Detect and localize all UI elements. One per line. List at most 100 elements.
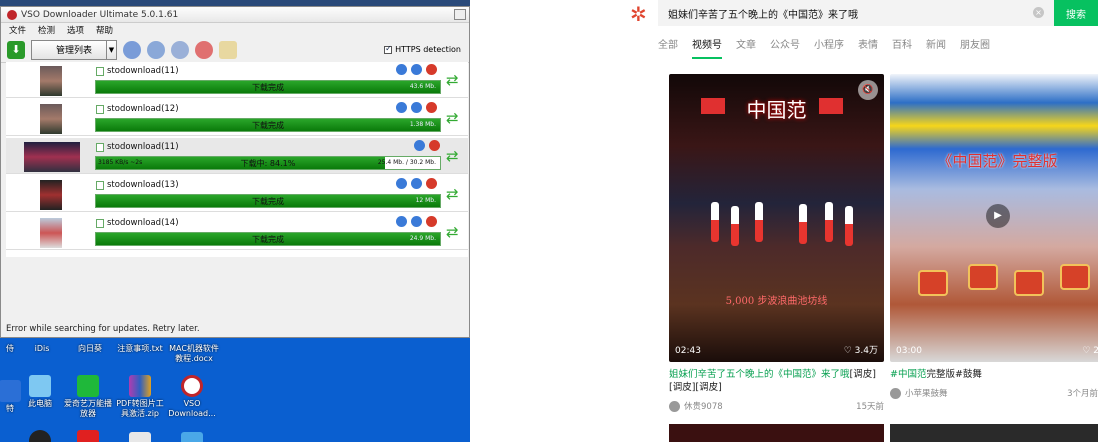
author-name[interactable]: 小苹果鼓舞 <box>905 387 948 399</box>
desktop-icon-partial[interactable] <box>62 430 114 442</box>
play-icon[interactable] <box>396 64 407 75</box>
video-caption[interactable]: 姐妹们辛苦了五个晚上的《中国范》来了哦[调皮][调皮][调皮] <box>669 368 884 394</box>
close-icon[interactable] <box>426 216 437 227</box>
drum-figure <box>968 264 998 290</box>
desktop-label[interactable]: 向日葵 <box>68 344 112 354</box>
video-likes: ♡ 3.4万 <box>843 346 878 356</box>
mute-icon[interactable]: 🔇 <box>858 80 878 100</box>
video-banner-text: 中国范 <box>746 98 807 122</box>
close-icon[interactable] <box>429 140 440 151</box>
convert-icon[interactable]: ⇄ <box>446 110 464 126</box>
close-icon[interactable] <box>426 64 437 75</box>
desktop-label[interactable]: MAC机器软件教程.docx <box>166 344 222 364</box>
video-thumbnail[interactable]: 中国范 🔇 5,000 步波浪曲池坊线 02:43 ♡ 3.4万 <box>669 74 884 362</box>
tab-official-accounts[interactable]: 公众号 <box>770 36 800 59</box>
desktop-icon-label: 此电脑 <box>28 399 52 408</box>
https-checkbox[interactable] <box>384 44 393 54</box>
video-card[interactable]: 中国范 🔇 5,000 步波浪曲池坊线 02:43 ♡ 3.4万 姐妹们辛苦了五… <box>669 74 884 412</box>
avatar[interactable] <box>669 400 680 412</box>
wechat-search-logo-icon[interactable]: ✲ <box>630 2 647 26</box>
search-input[interactable]: 姐妹们辛苦了五个晚上的《中国范》来了哦 × <box>658 0 1054 26</box>
stop-icon[interactable] <box>171 40 189 59</box>
play-icon[interactable] <box>396 102 407 113</box>
chevron-down-icon[interactable]: ▼ <box>106 40 116 59</box>
download-row-active[interactable]: stodownload(11) 3185 KB/s ~2s 下载中: 84.1%… <box>6 138 468 174</box>
progress-bar: 3185 KB/s ~2s 下载中: 84.1% 25.4 Mb. / 30.2… <box>95 156 441 170</box>
info-icon[interactable] <box>414 140 425 151</box>
dancer-figure <box>845 206 853 246</box>
close-icon[interactable] <box>426 102 437 113</box>
download-row[interactable]: stodownload(12) 下载完成 1.38 Mb. ⇄ <box>6 100 468 136</box>
tab-stickers[interactable]: 表情 <box>858 36 878 59</box>
post-time: 3个月前 <box>1067 389 1098 399</box>
tab-all[interactable]: 全部 <box>658 36 678 59</box>
file-icon <box>96 180 104 190</box>
menu-file[interactable]: 文件 <box>9 24 26 36</box>
dancer-figure <box>825 202 833 242</box>
info-icon[interactable] <box>411 178 422 189</box>
menu-options[interactable]: 选项 <box>67 24 84 36</box>
video-caption[interactable]: #中国范完整版#鼓舞 <box>890 368 1098 381</box>
menu-help[interactable]: 帮助 <box>96 24 113 36</box>
folder-icon[interactable] <box>219 40 237 59</box>
download-name: stodownload(11) <box>96 142 179 152</box>
desktop-label[interactable]: iDis <box>22 344 62 354</box>
desktop-icon-partial[interactable] <box>166 432 218 442</box>
play-icon[interactable]: ▶ <box>986 204 1010 228</box>
tab-channels[interactable]: 视频号 <box>692 36 722 59</box>
desktop-label[interactable]: 侍 <box>0 344 20 354</box>
video-card-partial[interactable] <box>890 424 1098 442</box>
download-icon[interactable]: ⬇ <box>7 40 25 59</box>
desktop-icon-vso[interactable]: VSO Download... <box>166 375 218 419</box>
row-actions <box>396 64 437 75</box>
search-query: 姐妹们辛苦了五个晚上的《中国范》来了哦 <box>668 9 858 21</box>
desktop-top-labels: 侍 iDis 向日葵 注意事项.txt MAC机器软件教程.docx <box>0 343 470 365</box>
clear-icon[interactable]: × <box>1033 7 1044 18</box>
tab-encyclopedia[interactable]: 百科 <box>892 36 912 59</box>
move-down-icon[interactable] <box>123 40 141 59</box>
desktop-icon-iqiyi[interactable]: 爱奇艺万能播放器 <box>62 375 114 419</box>
vso-logo-icon <box>181 375 203 397</box>
menu-detect[interactable]: 检测 <box>38 24 55 36</box>
tab-moments[interactable]: 朋友圈 <box>960 36 990 59</box>
delete-icon[interactable] <box>195 40 213 59</box>
tab-mini-programs[interactable]: 小程序 <box>814 36 844 59</box>
tab-articles[interactable]: 文章 <box>736 36 756 59</box>
download-row[interactable]: stodownload(13) 下载完成 12 Mb. ⇄ <box>6 176 468 212</box>
desktop-icon-partial[interactable] <box>14 430 66 442</box>
info-icon[interactable] <box>411 102 422 113</box>
pause-icon[interactable] <box>147 40 165 59</box>
download-row[interactable]: stodownload(14) 下载完成 24.9 Mb. ⇄ <box>6 214 468 250</box>
video-card-partial[interactable] <box>669 424 884 442</box>
close-icon[interactable] <box>426 178 437 189</box>
manage-list-button[interactable]: 管理列表 ▼ <box>31 39 117 60</box>
play-icon[interactable] <box>396 216 407 227</box>
desktop-label[interactable]: 注意事项.txt <box>114 344 166 354</box>
progress-status: 下载完成 <box>252 83 284 92</box>
download-filename: stodownload(13) <box>107 180 179 190</box>
convert-icon[interactable]: ⇄ <box>446 72 464 88</box>
author-name[interactable]: 休贵9078 <box>684 400 723 412</box>
info-icon[interactable] <box>411 216 422 227</box>
convert-icon[interactable]: ⇄ <box>446 224 464 240</box>
https-detection-toggle[interactable]: HTTPS detection <box>384 44 461 54</box>
download-filename: stodownload(12) <box>107 104 179 114</box>
avatar[interactable] <box>890 387 901 399</box>
file-size: 43.6 Mb. <box>409 83 436 90</box>
vso-title-bar[interactable]: VSO Downloader Ultimate 5.0.1.61 <box>1 7 469 23</box>
video-likes: ♡ 2 <box>1082 346 1098 356</box>
minimize-button[interactable] <box>454 9 466 20</box>
info-icon[interactable] <box>411 64 422 75</box>
video-thumbnail[interactable]: 《中国范》完整版 ▶ 03:00 ♡ 2 <box>890 74 1098 362</box>
download-row[interactable]: stodownload(11) 下载完成 43.6 Mb. ⇄ <box>6 62 468 98</box>
row-actions <box>396 216 437 227</box>
desktop-icon-this-pc[interactable]: 此电脑 <box>14 375 66 409</box>
convert-icon[interactable]: ⇄ <box>446 148 464 164</box>
search-button[interactable]: 搜索 <box>1054 0 1098 26</box>
play-icon[interactable] <box>396 178 407 189</box>
video-card[interactable]: 《中国范》完整版 ▶ 03:00 ♡ 2 #中国范完整版#鼓舞 小苹果鼓舞 3个… <box>890 74 1098 399</box>
desktop-icon-partial[interactable] <box>114 432 166 442</box>
tab-news[interactable]: 新闻 <box>926 36 946 59</box>
desktop-icon-pdf-zip[interactable]: PDF转图片工具激活.zip <box>114 375 166 419</box>
convert-icon[interactable]: ⇄ <box>446 186 464 202</box>
